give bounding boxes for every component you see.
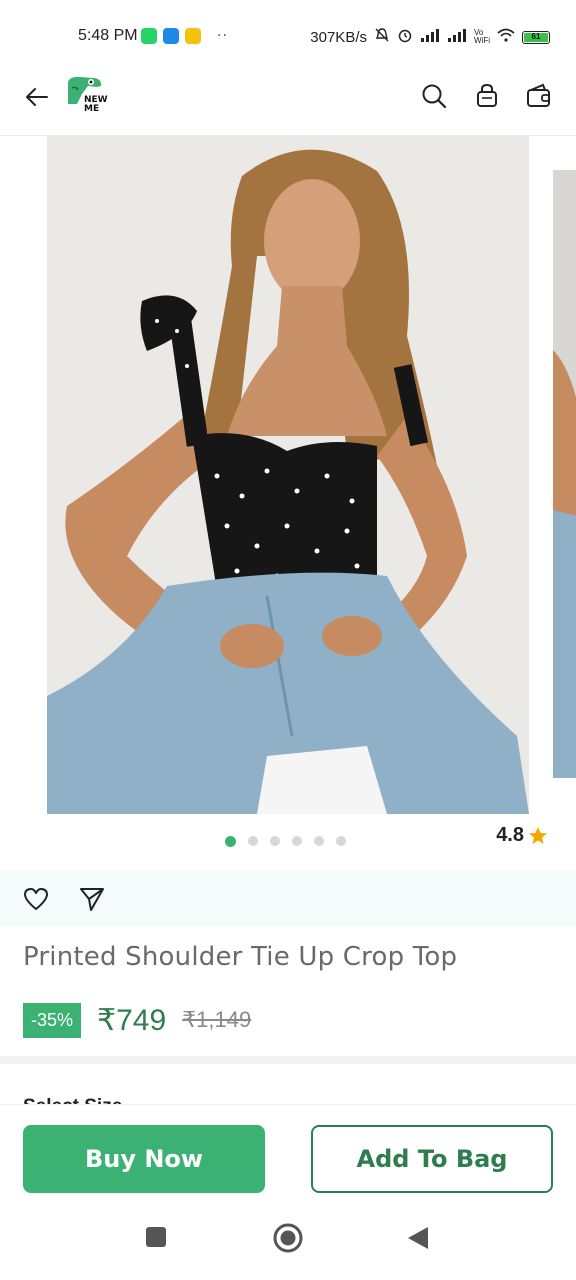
product-image[interactable]: [47, 136, 529, 814]
whatsapp-icon: [141, 28, 157, 44]
product-photo: [47, 136, 529, 814]
search-icon: [422, 84, 447, 109]
vowifi-label: Vo WiFi: [474, 28, 490, 45]
star-icon: [529, 826, 547, 844]
product-rating[interactable]: 4.8: [496, 824, 548, 847]
bag-icon: [477, 83, 497, 107]
signal-icon-2: [447, 28, 467, 46]
wallet-button[interactable]: [525, 82, 553, 110]
back-button[interactable]: [22, 82, 52, 112]
product-gallery[interactable]: [0, 136, 576, 816]
search-button[interactable]: [420, 82, 448, 110]
wishlist-button[interactable]: [22, 885, 50, 913]
status-bar: 5:48 PM ·· 307KB/s Vo WiFi 61: [0, 0, 576, 72]
action-strip: [0, 870, 576, 926]
status-time: 5:48 PM: [78, 27, 138, 44]
notification-icons: ··: [141, 28, 228, 44]
carousel-dot-active[interactable]: [225, 836, 236, 847]
message-icon: [163, 28, 179, 44]
recents-button[interactable]: [145, 1226, 167, 1252]
product-title: Printed Shoulder Tie Up Crop Top: [23, 942, 458, 972]
share-send-icon: [80, 888, 104, 911]
selling-price: ₹749: [97, 1003, 167, 1037]
carousel-dot[interactable]: [292, 836, 302, 846]
logo-text: NEW ME: [84, 95, 108, 114]
heart-icon: [24, 888, 48, 910]
bottom-action-bar: Buy Now Add To Bag: [0, 1104, 576, 1204]
back-nav-button[interactable]: [407, 1226, 429, 1254]
wallet-icon: [527, 83, 550, 107]
original-price: ₹1,149: [182, 1007, 252, 1032]
carousel-indicators: [225, 836, 346, 847]
system-nav-bar: [0, 1204, 576, 1280]
battery-icon: 61: [522, 30, 550, 44]
carousel-dot[interactable]: [248, 836, 258, 846]
back-arrow-icon: [26, 88, 48, 106]
net-speed: 307KB/s: [310, 28, 367, 46]
wifi-icon: [497, 28, 515, 46]
square-icon: [146, 1227, 166, 1247]
carousel-dot[interactable]: [314, 836, 324, 846]
home-button[interactable]: [272, 1222, 304, 1258]
status-right: 307KB/s Vo WiFi 61: [310, 27, 550, 47]
alarm-icon: [397, 27, 413, 47]
circle-home-icon: [273, 1223, 303, 1253]
mute-icon: [374, 27, 390, 47]
app-header: NEW ME: [0, 72, 576, 136]
more-notifications-icon: ··: [217, 28, 228, 44]
carousel-dot[interactable]: [336, 836, 346, 846]
carousel-dot[interactable]: [270, 836, 280, 846]
section-divider: [0, 1056, 576, 1064]
bag-button[interactable]: [473, 82, 501, 110]
discount-badge: -35%: [23, 1002, 82, 1038]
app-notification-icon: [185, 28, 201, 44]
next-product-image[interactable]: [553, 170, 576, 778]
share-button[interactable]: [78, 885, 106, 913]
signal-icon-1: [420, 28, 440, 46]
buy-now-button[interactable]: Buy Now: [23, 1125, 265, 1193]
add-to-bag-button[interactable]: Add To Bag: [311, 1125, 553, 1193]
price-row: -35% ₹749 ₹1,149: [23, 1000, 251, 1040]
rating-value: 4.8: [496, 824, 524, 846]
triangle-back-icon: [408, 1227, 428, 1249]
